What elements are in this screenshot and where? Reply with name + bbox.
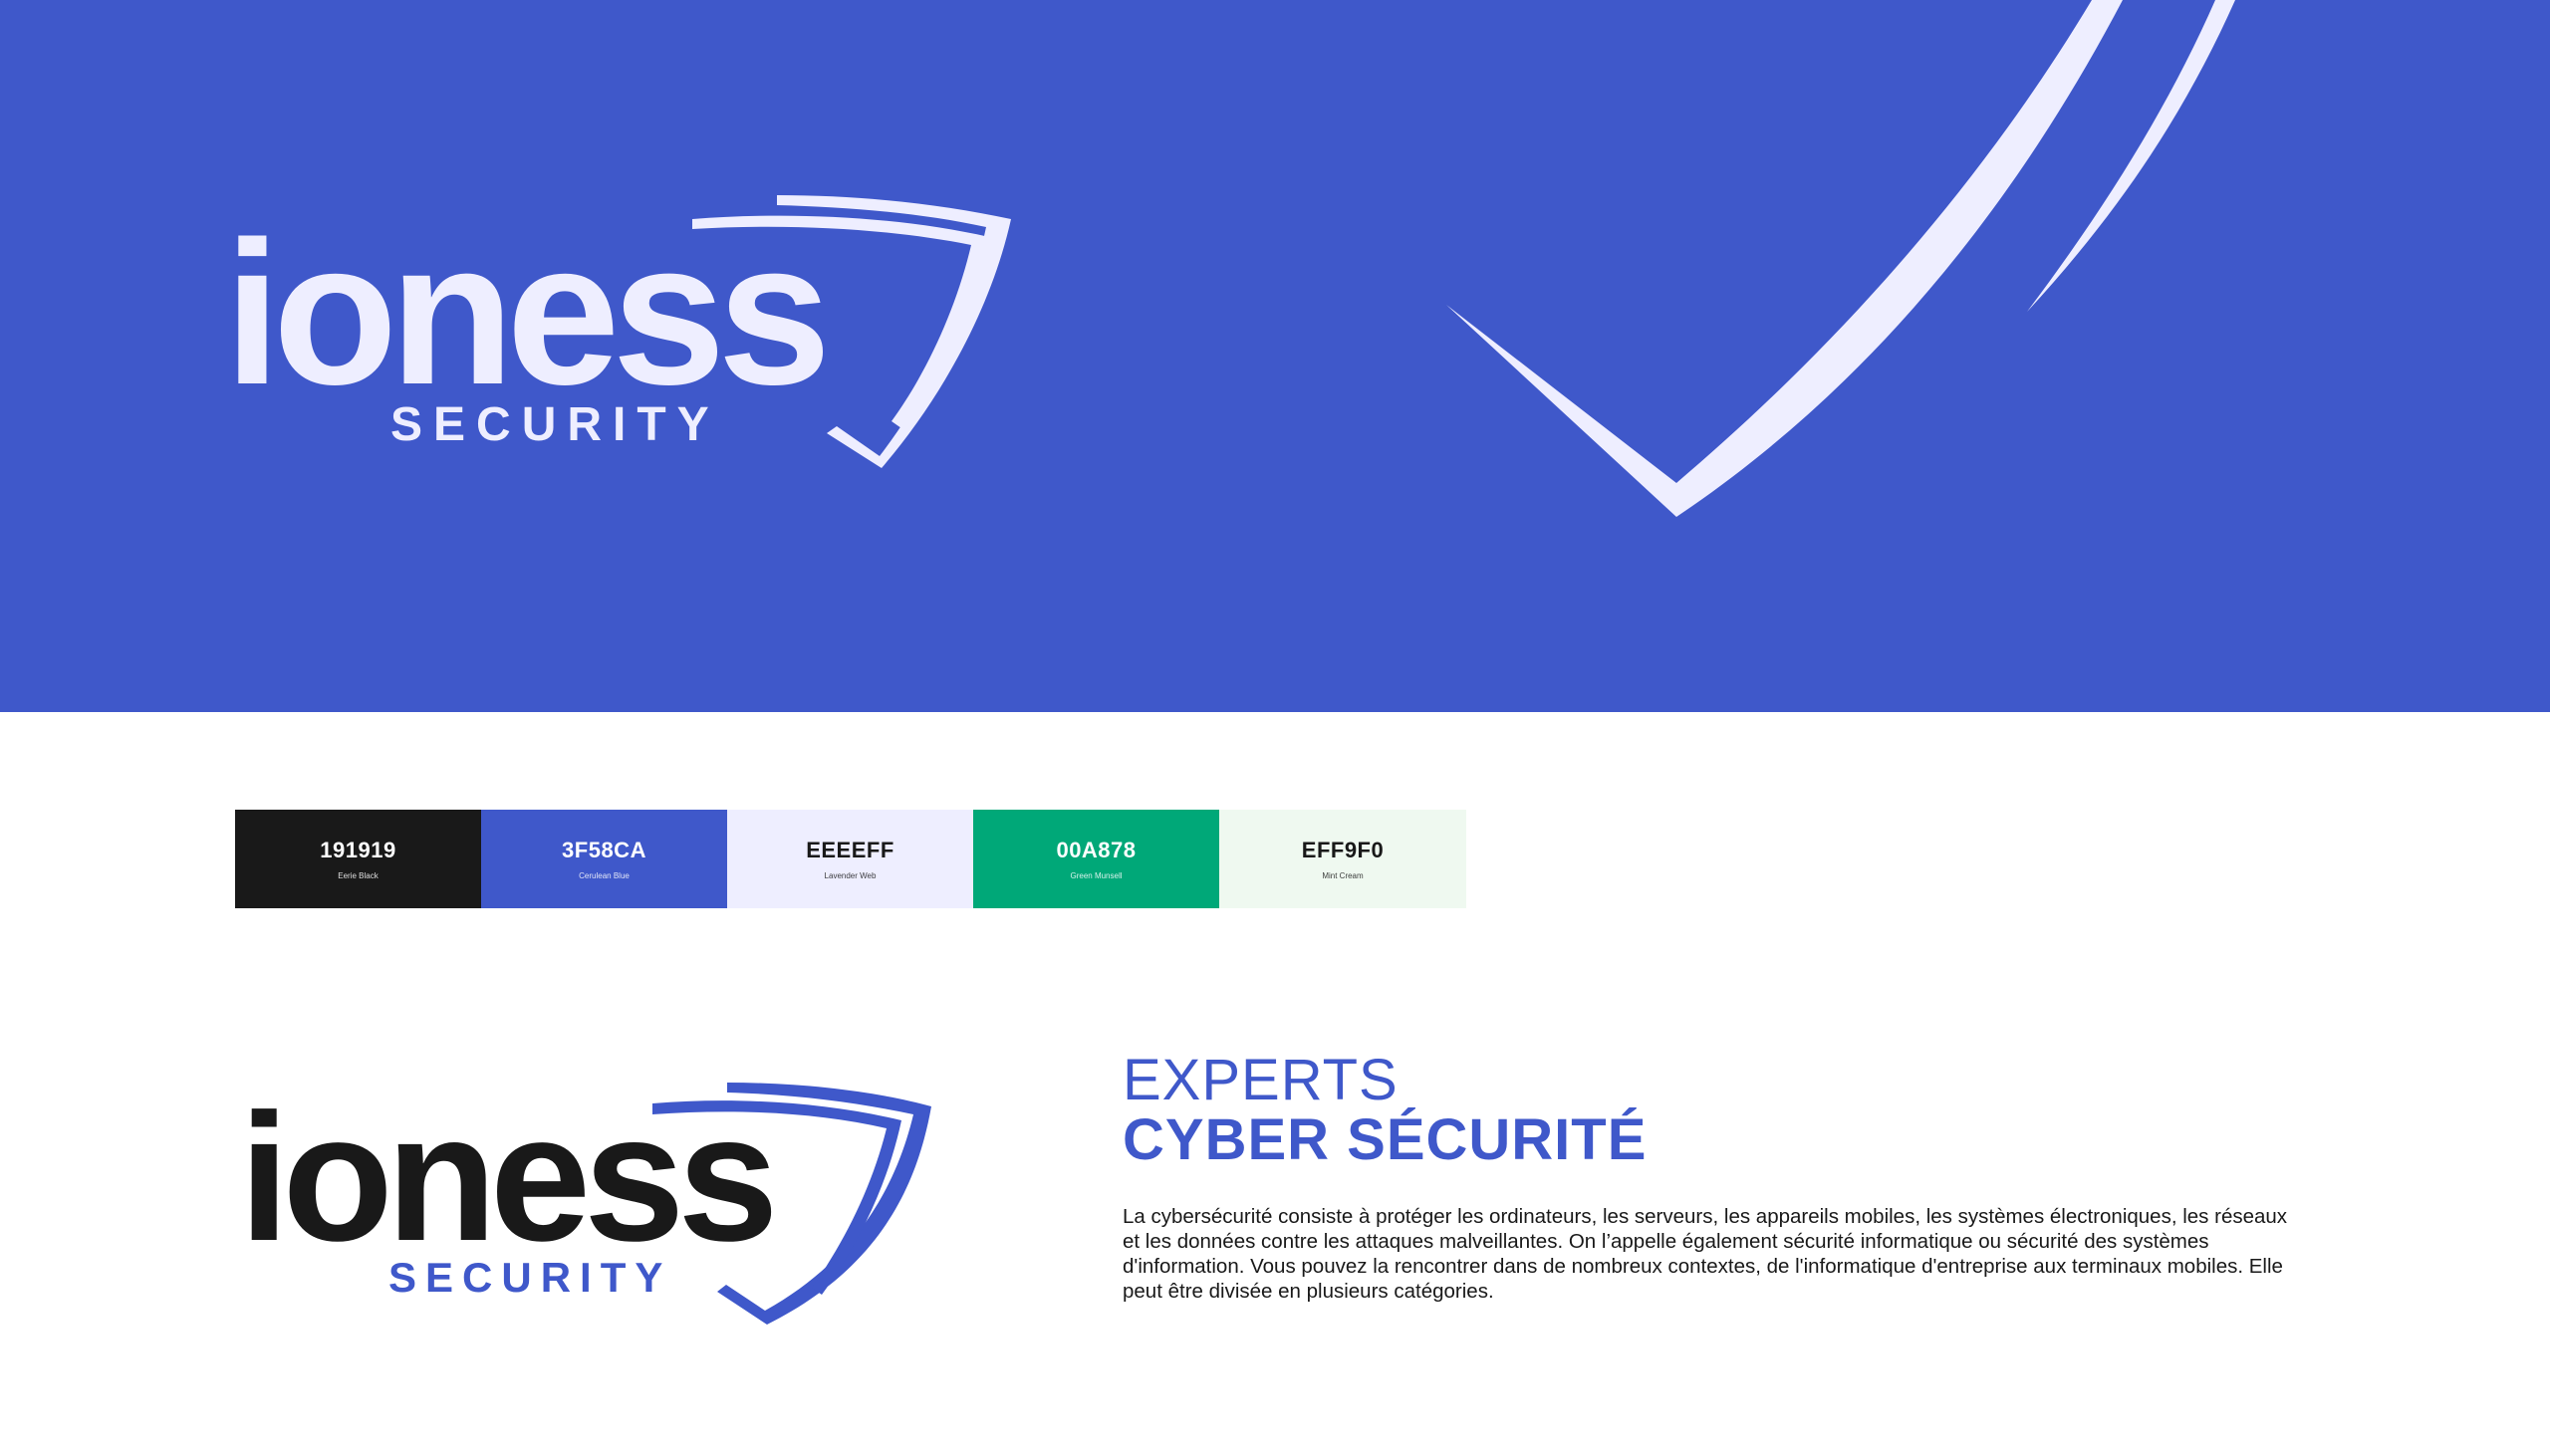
swatch-hex: 00A878 (1056, 838, 1137, 862)
main-logo: ioness SECURITY (239, 1076, 931, 1325)
hero-wordmark: ioness (224, 199, 823, 427)
hero-banner: ioness SECURITY (0, 0, 2550, 712)
swatch-hex: 191919 (320, 838, 396, 862)
swatch-hex: EFF9F0 (1301, 838, 1385, 862)
swatch-hex: EEEEFF (806, 838, 894, 862)
swatch-name: Mint Cream (1322, 871, 1364, 880)
color-palette: 191919 Eerie Black 3F58CA Cerulean Blue … (235, 810, 1466, 908)
swatch-cerulean-blue: 3F58CA Cerulean Blue (481, 810, 727, 908)
swatch-name: Eerie Black (338, 871, 379, 880)
experts-text-block: EXPERTS CYBER SÉCURITÉ La cybersécurité … (1123, 1051, 2308, 1304)
headline-cyber-securite: CYBER SÉCURITÉ (1123, 1107, 1648, 1172)
swatch-name: Lavender Web (824, 871, 877, 880)
hero-logo: ioness SECURITY (224, 195, 1011, 468)
hero-wordmark-sub: SECURITY (390, 398, 720, 451)
swatch-name: Green Munsell (1070, 871, 1123, 880)
swatch-mint-cream: EFF9F0 Mint Cream (1219, 810, 1466, 908)
swatch-name: Cerulean Blue (579, 871, 630, 880)
swatch-lavender-web: EEEEFF Lavender Web (727, 810, 973, 908)
swatch-green-munsell: 00A878 Green Munsell (973, 810, 1219, 908)
swatch-eerie-black: 191919 Eerie Black (235, 810, 481, 908)
headline-experts: EXPERTS (1123, 1048, 1399, 1112)
main-wordmark: ioness (239, 1076, 772, 1279)
main-wordmark-sub: SECURITY (388, 1254, 671, 1301)
body-paragraph: La cybersécurité consiste à protéger les… (1123, 1205, 2288, 1303)
swatch-hex: 3F58CA (562, 838, 646, 862)
